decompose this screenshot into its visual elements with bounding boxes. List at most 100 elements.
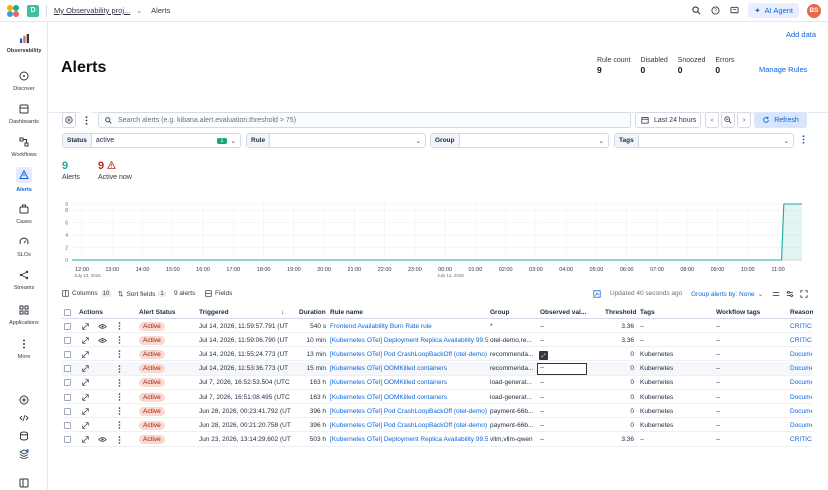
table-row[interactable]: Active Jul 14, 2026, 11:59:06.790 (UT 10 m…: [62, 333, 812, 348]
table-row[interactable]: Active Jul 14, 2026, 11:55:24.773 (UT 13 m…: [62, 347, 812, 362]
date-picker-button[interactable]: Last 24 hours: [635, 112, 701, 128]
fields-button[interactable]: Fields: [205, 290, 232, 297]
header-triggered[interactable]: Triggered: [199, 305, 229, 319]
nav-slos[interactable]: SLOs: [0, 236, 48, 258]
row-checkbox[interactable]: [64, 333, 71, 347]
dev-tools-icon[interactable]: [17, 412, 31, 424]
table-row[interactable]: Active Jul 7, 2026, 16:52:53.504 (UTC 163 …: [62, 376, 812, 390]
help-icon[interactable]: ?: [710, 5, 721, 16]
expand-icon[interactable]: [82, 347, 89, 361]
reason-link[interactable]: Docume: [790, 418, 812, 432]
expand-icon[interactable]: [82, 433, 89, 447]
query-menu-button[interactable]: [79, 112, 93, 128]
rule-name-link[interactable]: [Kubernetes OTel] Deployment Replica Ava…: [330, 333, 488, 347]
rule-name-link[interactable]: [Kubernetes OTel] Deployment Replica Ava…: [330, 433, 488, 447]
header-alert-status[interactable]: Alert Status: [139, 305, 175, 319]
row-menu-icon[interactable]: [118, 404, 121, 418]
group-filter[interactable]: Group ⌄: [430, 133, 609, 148]
header-tags[interactable]: Tags: [640, 305, 655, 319]
row-menu-icon[interactable]: [118, 319, 121, 333]
data-management-icon[interactable]: [17, 430, 31, 442]
display-settings-icon[interactable]: [772, 290, 780, 298]
ai-agent-button[interactable]: ✦ AI Agent: [748, 3, 799, 18]
expand-icon[interactable]: [82, 376, 89, 390]
rule-name-link[interactable]: [Kubernetes OTel] Pod CrashLoopBackOff (…: [330, 418, 488, 432]
status-filter[interactable]: Status active 1 ⌄: [62, 133, 241, 148]
eye-icon[interactable]: [98, 333, 107, 347]
nav-dashboards[interactable]: Dashboards: [0, 103, 48, 125]
chat-icon[interactable]: [729, 5, 740, 16]
row-checkbox[interactable]: [64, 362, 71, 376]
reason-link[interactable]: Docume: [790, 347, 812, 361]
expand-icon[interactable]: [82, 362, 89, 376]
row-menu-icon[interactable]: [118, 418, 121, 432]
rule-name-link[interactable]: [Kubernetes OTel] Pod CrashLoopBackOff (…: [330, 347, 488, 361]
space-badge[interactable]: D: [27, 4, 39, 17]
rule-name-link[interactable]: [Kubernetes OTel] Pod CrashLoopBackOff (…: [330, 404, 488, 418]
reason-link[interactable]: Docume: [790, 376, 812, 390]
row-checkbox[interactable]: [64, 319, 71, 333]
table-row[interactable]: Active Jul 14, 2026, 11:59:57.791 (UT 540 …: [62, 319, 812, 333]
rule-name-link[interactable]: [Kubernetes OTel] OOMKilled containers: [330, 362, 488, 376]
row-menu-icon[interactable]: [118, 347, 121, 361]
chevron-down-icon[interactable]: ⌄: [136, 7, 142, 15]
reason-link[interactable]: Docume: [790, 362, 812, 376]
header-observed-value[interactable]: Observed val...: [540, 305, 586, 319]
project-selector[interactable]: My Observability proj...: [54, 6, 130, 15]
reason-link[interactable]: CRITICA: [790, 433, 812, 447]
expand-icon[interactable]: [82, 418, 89, 432]
header-reason[interactable]: Reason: [790, 305, 813, 319]
table-row[interactable]: Active Jun 28, 2026, 00:21:20.758 (UT 396 …: [62, 418, 812, 433]
add-data-link[interactable]: Add data: [786, 30, 816, 39]
row-checkbox[interactable]: [64, 433, 71, 447]
rule-filter[interactable]: Rule ⌄: [246, 133, 426, 148]
settings-sliders-icon[interactable]: [786, 290, 794, 298]
alerts-timeline-chart[interactable]: 02468912:00 13:00 14:00 15:00 16:00 17:00 18:0…: [60, 190, 806, 286]
columns-button[interactable]: Columns 10: [62, 290, 112, 297]
time-back-button[interactable]: ‹: [705, 112, 719, 128]
refresh-button[interactable]: Refresh: [754, 112, 807, 128]
fullscreen-icon[interactable]: [800, 290, 808, 298]
expand-icon[interactable]: [82, 333, 89, 347]
select-all-checkbox[interactable]: [64, 305, 71, 319]
expand-icon[interactable]: [82, 390, 89, 404]
row-menu-icon[interactable]: [118, 362, 121, 376]
reason-link[interactable]: Docume: [790, 390, 812, 404]
search-icon[interactable]: [691, 5, 702, 16]
integrations-icon[interactable]: [17, 394, 31, 406]
nav-streams[interactable]: Streams: [0, 269, 48, 291]
rule-name-link[interactable]: Frontend Availability Burn Rate rule: [330, 319, 488, 333]
inspect-icon[interactable]: [593, 290, 601, 298]
sort-arrow-down-icon[interactable]: ↓: [281, 305, 284, 319]
settings-stack-icon[interactable]: [17, 448, 31, 460]
row-menu-icon[interactable]: [118, 333, 121, 347]
nav-cases[interactable]: Cases: [0, 203, 48, 225]
row-checkbox[interactable]: [64, 404, 71, 418]
elastic-logo-icon[interactable]: [7, 4, 19, 17]
nav-applications[interactable]: Applications: [0, 304, 48, 326]
rule-name-link[interactable]: [Kubernetes OTel] OOMKilled containers: [330, 390, 488, 404]
row-checkbox[interactable]: [64, 347, 71, 361]
header-group[interactable]: Group: [490, 305, 510, 319]
copy-value-icon[interactable]: ⤢: [539, 351, 548, 360]
header-workflow-tags[interactable]: Workflow tags: [716, 305, 760, 319]
observed-value-cell[interactable]: --: [537, 362, 587, 376]
eye-icon[interactable]: [98, 319, 107, 333]
observed-value-focus[interactable]: --: [537, 362, 587, 375]
eye-icon[interactable]: [98, 433, 107, 447]
row-menu-icon[interactable]: [118, 433, 121, 447]
alerts-count[interactable]: 9 Alerts: [62, 160, 92, 181]
nav-alerts[interactable]: Alerts: [0, 167, 48, 193]
table-row[interactable]: Active Jun 23, 2026, 13:14:29.602 (UT 503 …: [62, 433, 812, 447]
nav-discover[interactable]: Discover: [0, 70, 48, 92]
avatar[interactable]: BS: [807, 3, 821, 18]
expand-icon[interactable]: [82, 319, 89, 333]
sort-fields-button[interactable]: ⇅ Sort fields 1: [118, 290, 166, 298]
filter-options-icon[interactable]: [802, 135, 805, 146]
collapse-nav-icon[interactable]: [17, 477, 31, 489]
zoom-out-button[interactable]: [721, 112, 735, 128]
group-by-button[interactable]: Group alerts by: None ⌄: [691, 290, 763, 299]
row-menu-icon[interactable]: [118, 390, 121, 404]
time-forward-button[interactable]: ›: [737, 112, 751, 128]
header-rule-name[interactable]: Rule name: [330, 305, 363, 319]
